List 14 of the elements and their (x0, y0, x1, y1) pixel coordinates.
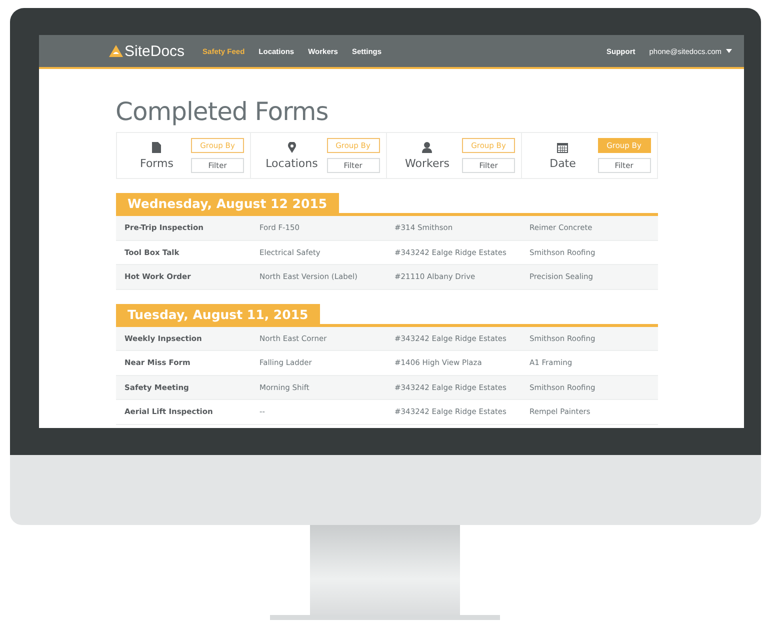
filter-label: Date (550, 156, 576, 170)
page-title: Completed Forms (116, 97, 330, 126)
filter-label: Forms (140, 156, 174, 170)
logo-text[interactable]: SiteDocs (124, 42, 185, 60)
location-pin-icon (288, 142, 296, 152)
filter-label: Workers (405, 156, 450, 170)
document-icon (152, 142, 162, 152)
person-icon (422, 142, 432, 152)
caret-icon (726, 49, 732, 53)
calendar-icon (557, 142, 568, 152)
filter-label: Locations (266, 156, 318, 170)
date-heading: Tuesday, August 11, 2015 (116, 304, 320, 324)
date-heading: Wednesday, August 12 2015 (116, 193, 340, 213)
hard-hat-icon (108, 45, 122, 57)
